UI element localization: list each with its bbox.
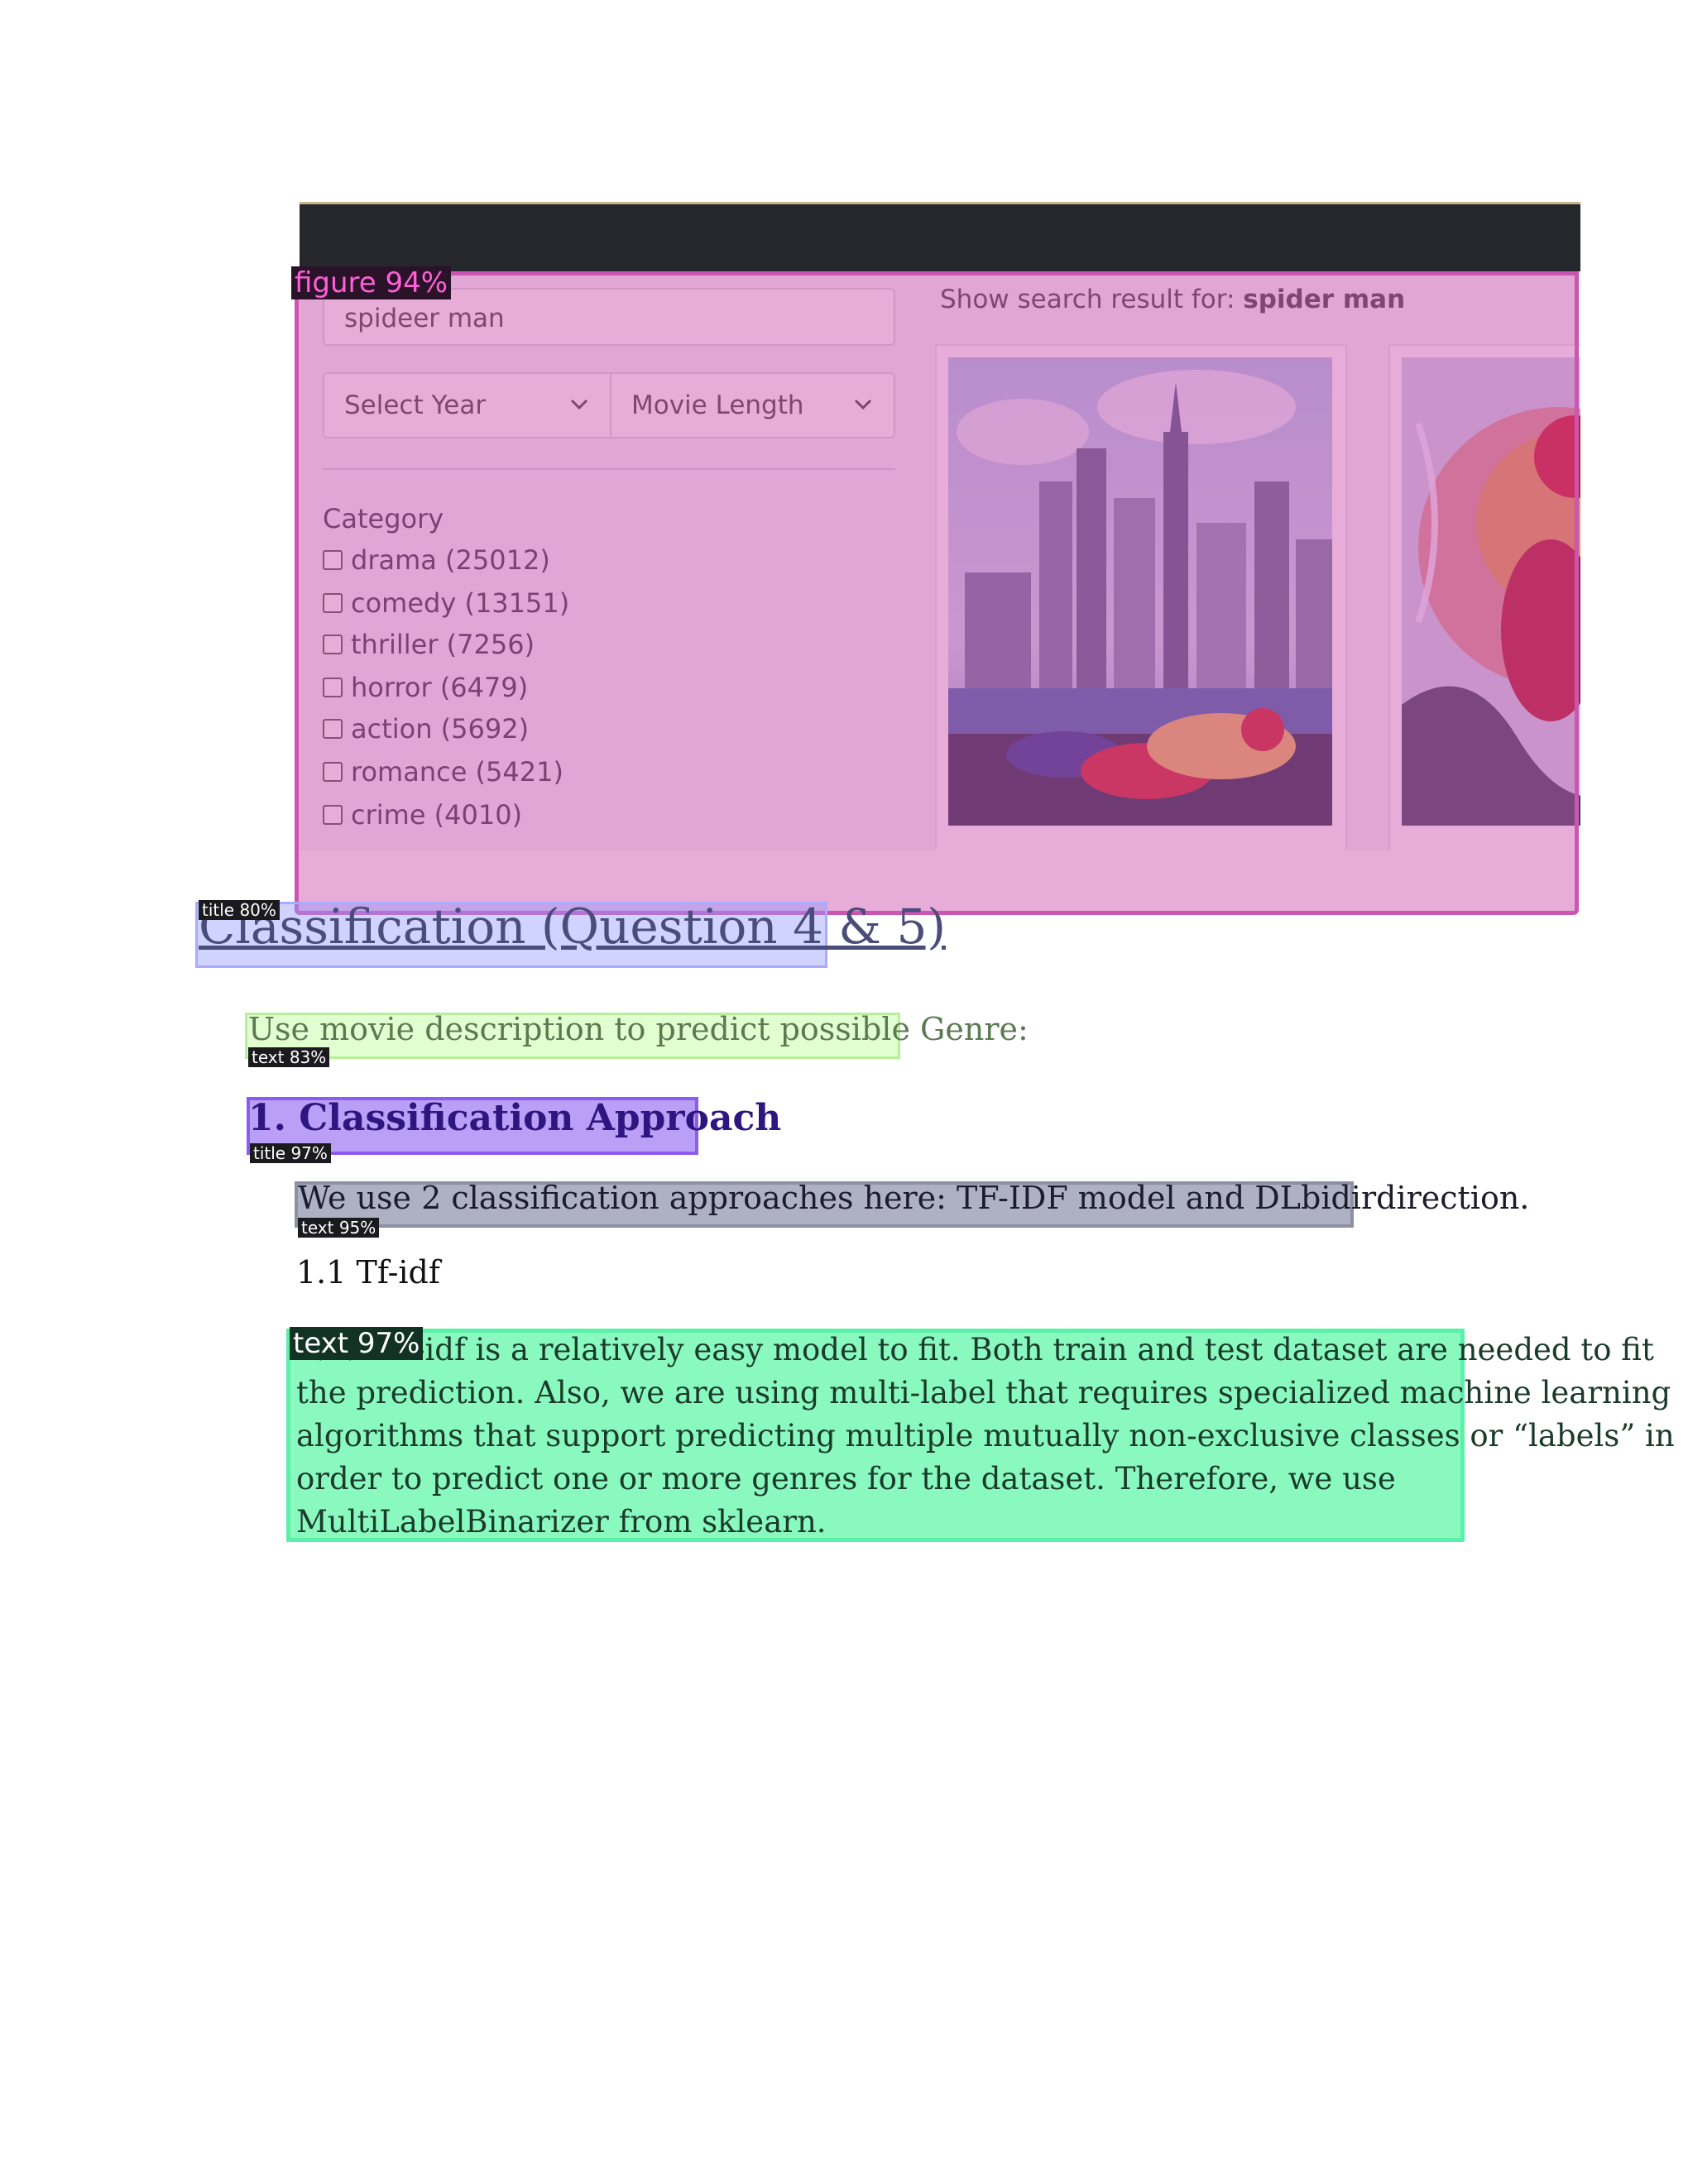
text-detection-label: text 83% (248, 1047, 330, 1067)
text-detection-label: text 97% (290, 1327, 424, 1360)
heading-classification-approach: 1. Classification Approach (248, 1097, 782, 1139)
approach-text: We use 2 classification approaches here:… (298, 1180, 1530, 1216)
paragraph-line: the prediction. Also, we are using multi… (296, 1375, 1671, 1410)
paragraph-line: algorithms that support predicting multi… (296, 1418, 1675, 1454)
paragraph-line: MultiLabelBinarizer from sklearn. (296, 1504, 827, 1540)
intro-text: Use movie description to predict possibl… (248, 1011, 1029, 1047)
title-detection-label: title 97% (250, 1143, 331, 1163)
app-topbar (300, 202, 1580, 274)
figure-detection-label: figure 94% (291, 266, 452, 299)
text-detection-label: text 95% (298, 1218, 380, 1238)
section-title: Classification (Question 4 & 5) (199, 898, 947, 955)
paragraph-line: 1.1.1 Tf-idf is a relatively easy model … (296, 1332, 1654, 1367)
paragraph-line: order to predict one or more genres for … (296, 1461, 1396, 1497)
title-detection-label: title 80% (199, 900, 280, 920)
subheading-tfidf: 1.1 Tf-idf (296, 1254, 440, 1291)
figure-detection-box (295, 271, 1579, 915)
